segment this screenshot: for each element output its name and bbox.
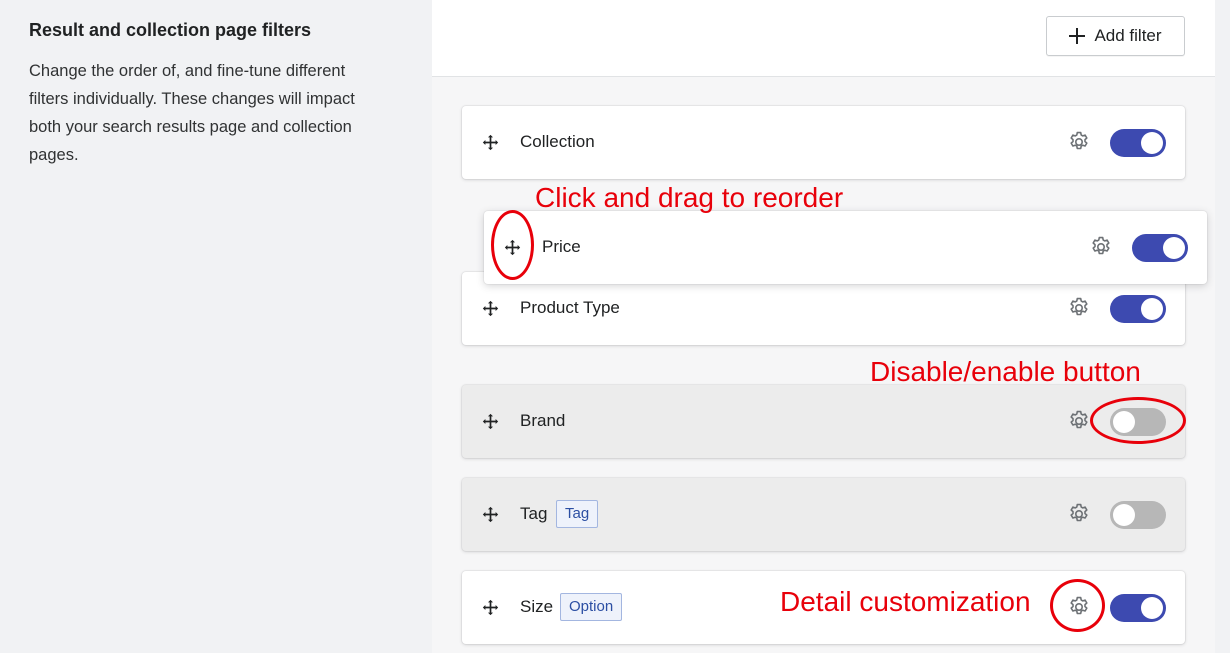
annotation-toggle: Disable/enable button bbox=[870, 356, 1141, 387]
toggle-switch[interactable] bbox=[1110, 501, 1166, 529]
drag-handle-icon[interactable] bbox=[482, 413, 499, 430]
drag-handle-icon[interactable] bbox=[482, 134, 499, 151]
annotation-gear: Detail customization bbox=[780, 586, 1031, 617]
plus-icon bbox=[1069, 28, 1086, 44]
gear-icon[interactable] bbox=[1067, 296, 1091, 320]
gear-icon[interactable] bbox=[1067, 409, 1091, 433]
toggle-knob bbox=[1141, 298, 1163, 320]
settings-description-panel: Result and collection page filters Chang… bbox=[0, 0, 432, 653]
filter-row-price[interactable]: Price bbox=[484, 211, 1207, 284]
filter-label: Product Type bbox=[520, 298, 620, 317]
drag-handle-icon[interactable] bbox=[482, 506, 499, 523]
annotation-circle-toggle bbox=[1090, 397, 1186, 444]
annotation-drag: Click and drag to reorder bbox=[535, 182, 844, 213]
filter-row-tag[interactable]: Tag Tag bbox=[462, 478, 1185, 551]
filter-type-badge: Option bbox=[560, 593, 623, 621]
gear-icon[interactable] bbox=[1089, 235, 1113, 259]
page-edge bbox=[1215, 0, 1230, 653]
filter-label: Tag bbox=[520, 504, 548, 523]
filter-label: Brand bbox=[520, 411, 566, 430]
toggle-knob bbox=[1113, 504, 1135, 526]
filter-row-brand[interactable]: Brand bbox=[462, 385, 1185, 458]
gear-icon[interactable] bbox=[1067, 130, 1091, 154]
toggle-knob bbox=[1163, 237, 1185, 259]
filter-type-badge: Tag bbox=[556, 500, 599, 528]
filter-label: Price bbox=[542, 237, 581, 256]
section-description: Change the order of, and fine-tune diffe… bbox=[29, 62, 355, 164]
section-title: Result and collection page filters bbox=[29, 20, 312, 40]
toggle-knob bbox=[1141, 132, 1163, 154]
toggle-switch[interactable] bbox=[1110, 129, 1166, 157]
toggle-switch[interactable] bbox=[1110, 594, 1166, 622]
annotation-circle-gear bbox=[1050, 579, 1105, 632]
filter-label: Collection bbox=[520, 132, 595, 151]
add-filter-label: Add filter bbox=[1094, 26, 1162, 45]
filter-label: Size bbox=[520, 597, 554, 616]
filter-row-collection[interactable]: Collection bbox=[462, 106, 1185, 179]
toggle-switch[interactable] bbox=[1110, 295, 1166, 323]
toggle-knob bbox=[1141, 597, 1163, 619]
toggle-switch[interactable] bbox=[1132, 234, 1188, 262]
gear-icon[interactable] bbox=[1067, 502, 1091, 526]
add-filter-button[interactable]: Add filter bbox=[1046, 16, 1185, 56]
drag-handle-icon[interactable] bbox=[482, 300, 499, 317]
drag-handle-icon[interactable] bbox=[482, 599, 499, 616]
annotation-circle-drag bbox=[491, 210, 534, 280]
